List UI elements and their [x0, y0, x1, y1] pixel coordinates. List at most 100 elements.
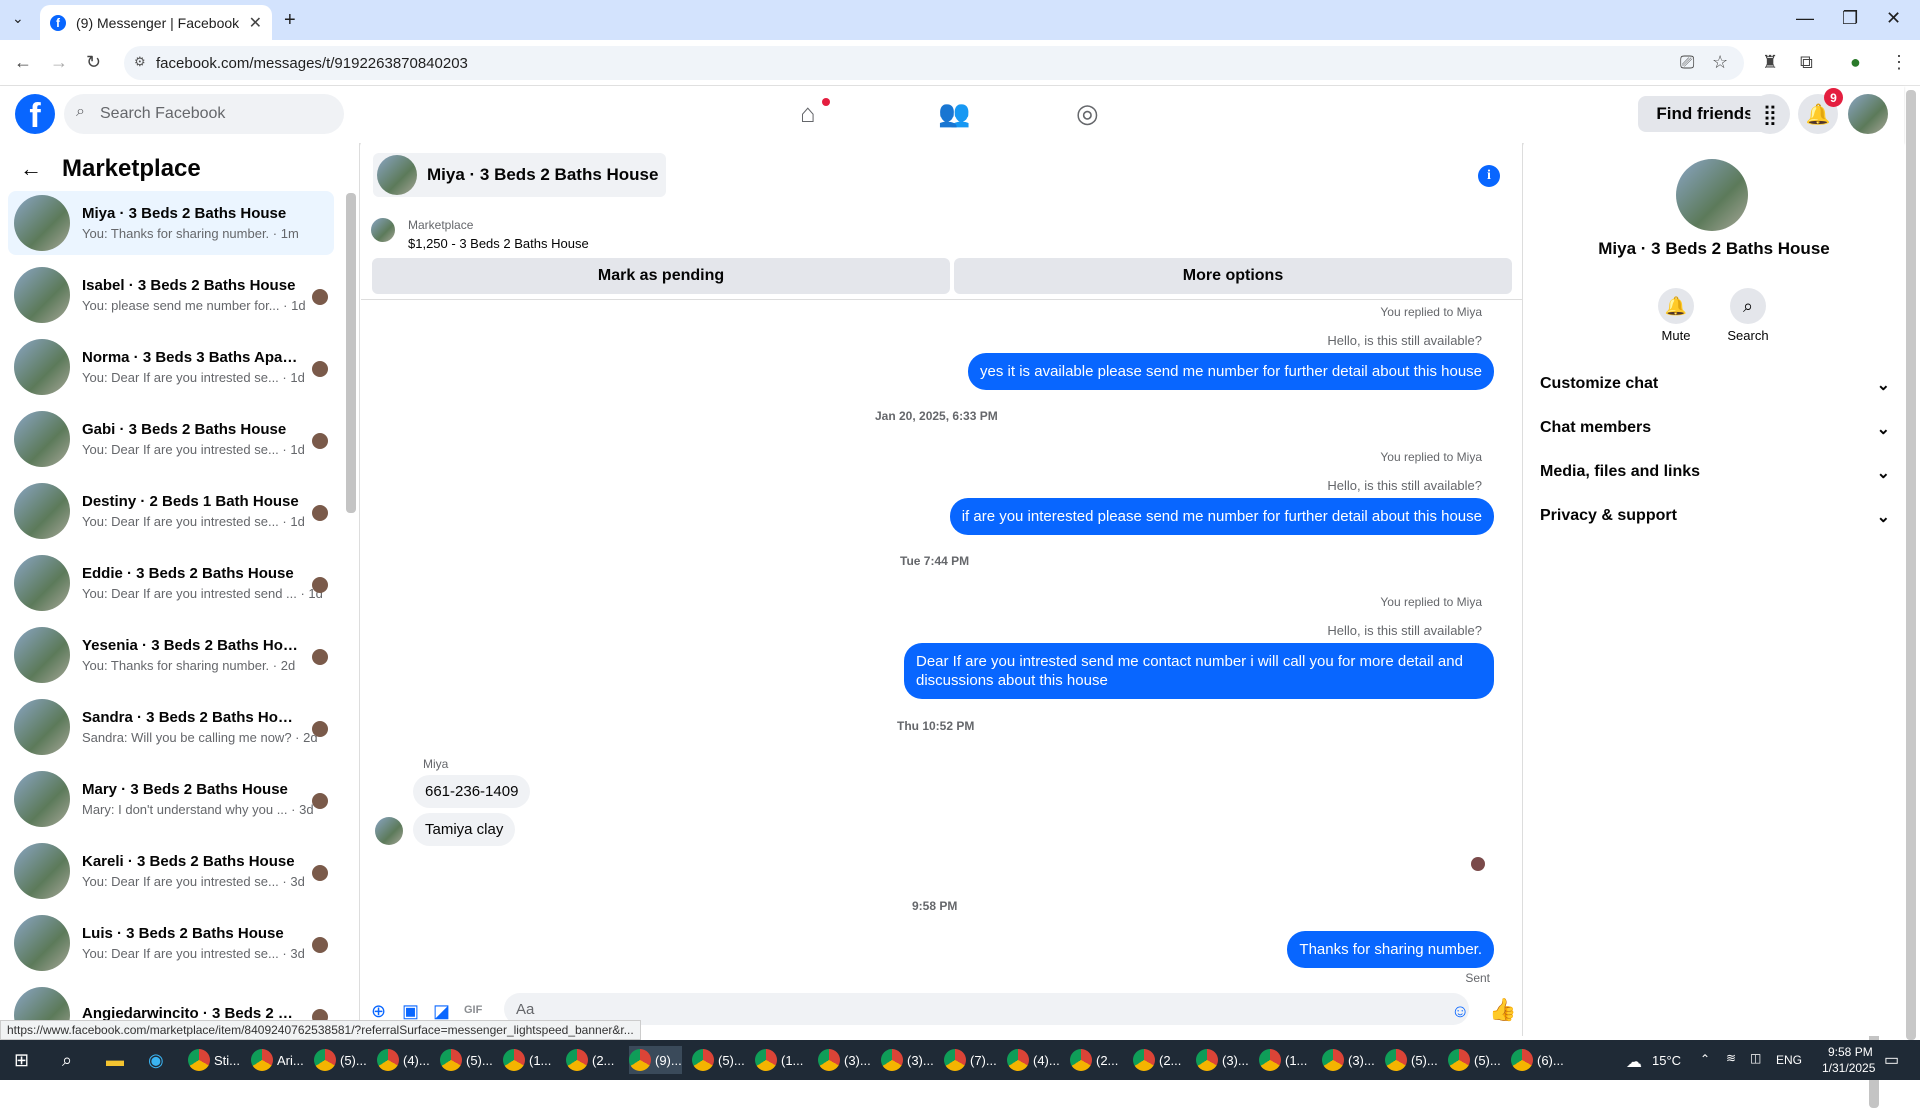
info-section[interactable]: Privacy & support ⌄ [1540, 507, 1890, 527]
taskbar-app-item[interactable]: (5)... [692, 1046, 745, 1074]
emoji-icon[interactable]: ☺ [1451, 1001, 1469, 1022]
facebook-logo-icon[interactable]: f [15, 94, 55, 134]
outgoing-message[interactable]: Dear If are you intrested send me contac… [904, 643, 1494, 699]
miya-avatar[interactable] [375, 817, 403, 845]
incoming-message[interactable]: 661-236-1409 [413, 775, 531, 808]
taskbar-app-item[interactable]: Ari... [251, 1046, 304, 1074]
outgoing-message[interactable]: yes it is available please send me numbe… [968, 353, 1494, 390]
wifi-icon[interactable]: ≋ [1726, 1051, 1736, 1065]
taskbar-app-item[interactable]: (2... [1133, 1046, 1181, 1074]
info-section[interactable]: Customize chat ⌄ [1540, 375, 1890, 395]
menu-dots-icon[interactable]: ⋮ [1890, 52, 1908, 73]
tray-chevron-icon[interactable]: ⌃ [1700, 1052, 1710, 1066]
conversation-item[interactable]: Norma · 3 Beds 3 Baths Apart... You: Dear… [8, 335, 334, 399]
volume-icon[interactable]: ◫ [1750, 1051, 1761, 1065]
reload-icon[interactable]: ↻ [86, 52, 101, 73]
account-avatar[interactable] [1848, 94, 1888, 134]
profile-avatar[interactable] [1676, 159, 1748, 231]
friends-icon[interactable]: 👥 [938, 98, 970, 129]
home-icon[interactable]: ⌂ [800, 98, 816, 129]
start-windows-icon[interactable]: ⊞ [14, 1046, 29, 1074]
conversation-item[interactable]: Miya · 3 Beds 2 Baths House You: Thanks f… [8, 191, 334, 255]
like-thumb-icon[interactable]: 👍 [1489, 997, 1516, 1023]
notification-center-icon[interactable]: ▭ [1884, 1050, 1899, 1070]
profile-icon[interactable]: ● [1850, 52, 1861, 73]
conversation-item[interactable]: Sandra · 3 Beds 2 Baths House Sandra: Wil… [8, 695, 334, 759]
browser-tab[interactable]: f (9) Messenger | Facebook ✕ [40, 5, 272, 40]
info-section[interactable]: Media, files and links ⌄ [1540, 463, 1890, 483]
conversation-item[interactable]: Kareli · 3 Beds 2 Baths House You: Dear I… [8, 839, 334, 903]
taskbar-app-item[interactable]: (5)... [1385, 1046, 1438, 1074]
more-options-button[interactable]: More options [954, 258, 1512, 294]
search-facebook-input[interactable]: ⌕ Search Facebook [64, 94, 344, 134]
restore-icon[interactable]: ❐ [1842, 8, 1858, 29]
taskbar-app-item[interactable]: (3)... [1322, 1046, 1375, 1074]
back-icon[interactable]: ← [14, 52, 32, 73]
quoted-message[interactable]: Hello, is this still available? [1327, 623, 1482, 638]
taskbar-app-item[interactable]: (1... [1259, 1046, 1307, 1074]
info-icon[interactable]: i [1478, 165, 1500, 187]
file-explorer-icon[interactable]: ▬ [106, 1046, 124, 1074]
taskbar-app-item[interactable]: Sti... [188, 1046, 240, 1074]
conversation-item[interactable]: Destiny · 2 Beds 1 Bath House You: Dear I… [8, 479, 334, 543]
conversation-item[interactable]: Isabel · 3 Beds 2 Baths House You: please… [8, 263, 334, 327]
conversation-item[interactable]: Luis · 3 Beds 2 Baths House You: Dear If … [8, 911, 334, 975]
conversation-item[interactable]: Yesenia · 3 Beds 2 Baths House You: Thank… [8, 623, 334, 687]
address-bar[interactable]: ⚙ facebook.com/messages/t/91922638708402… [124, 46, 1744, 80]
mark-as-pending-button[interactable]: Mark as pending [372, 258, 950, 294]
taskbar-app-item[interactable]: (1... [503, 1046, 551, 1074]
extension-icon[interactable]: ♜ [1762, 52, 1778, 73]
clock-date[interactable]: 1/31/2025 [1822, 1061, 1875, 1075]
back-arrow-icon[interactable]: ← [20, 156, 42, 182]
message-input[interactable]: Aa [504, 993, 1469, 1025]
listing-thumbnail[interactable] [371, 218, 395, 242]
taskbar-app-item[interactable]: (2... [566, 1046, 614, 1074]
quoted-message[interactable]: Hello, is this still available? [1327, 333, 1482, 348]
taskbar-app-item[interactable]: (3)... [818, 1046, 871, 1074]
photo-icon[interactable]: ▣ [402, 1001, 419, 1022]
close-window-icon[interactable]: ✕ [1886, 8, 1901, 29]
taskbar-app-item[interactable]: (3)... [881, 1046, 934, 1074]
minimize-icon[interactable]: — [1796, 8, 1814, 29]
listing-title[interactable]: $1,250 - 3 Beds 2 Baths House [408, 236, 589, 251]
sticker-icon[interactable]: ◪ [433, 1001, 450, 1022]
taskbar-search-icon[interactable]: ⌕ [62, 1046, 72, 1074]
plus-icon[interactable]: ⊕ [371, 1001, 386, 1022]
menu-grid-icon[interactable]: ⣿ [1750, 94, 1790, 134]
edge-icon[interactable]: ◉ [148, 1046, 164, 1074]
page-scrollbar[interactable] [1906, 90, 1916, 1040]
taskbar-app-item[interactable]: (4)... [377, 1046, 430, 1074]
search-conversation-icon[interactable]: ⌕ [1730, 288, 1766, 324]
tab-search-icon[interactable]: ⌄ [12, 10, 24, 27]
groups-icon[interactable]: ◎ [1076, 98, 1099, 129]
conversation-item[interactable]: Gabi · 3 Beds 2 Baths House You: Dear If … [8, 407, 334, 471]
taskbar-app-item[interactable]: (5)... [1448, 1046, 1501, 1074]
mute-bell-icon[interactable]: 🔔 [1658, 288, 1694, 324]
taskbar-app-item[interactable]: (5)... [314, 1046, 367, 1074]
left-scrollbar[interactable] [346, 193, 356, 513]
forward-icon[interactable]: → [50, 52, 68, 73]
info-section[interactable]: Chat members ⌄ [1540, 419, 1890, 439]
taskbar-app-item[interactable]: (7)... [944, 1046, 997, 1074]
taskbar-app-item[interactable]: (3)... [1196, 1046, 1249, 1074]
conversation-item[interactable]: Mary · 3 Beds 2 Baths House Mary: I don't… [8, 767, 334, 831]
taskbar-app-item[interactable]: (1... [755, 1046, 803, 1074]
incoming-message[interactable]: Tamiya clay [413, 813, 516, 846]
close-tab-icon[interactable]: ✕ [249, 13, 262, 33]
taskbar-app-item[interactable]: (9)... [629, 1046, 682, 1074]
taskbar-app-item[interactable]: (4)... [1007, 1046, 1060, 1074]
taskbar-app-item[interactable]: (6)... [1511, 1046, 1564, 1074]
temperature[interactable]: 15°C [1652, 1053, 1681, 1068]
outgoing-message[interactable]: Thanks for sharing number. [1287, 931, 1494, 968]
gif-icon[interactable]: GIF [464, 1004, 482, 1016]
clock-time[interactable]: 9:58 PM [1828, 1045, 1873, 1059]
new-tab-icon[interactable]: + [284, 9, 296, 32]
language[interactable]: ENG [1776, 1053, 1802, 1067]
site-info-icon[interactable]: ⚙ [134, 54, 146, 70]
taskbar-app-item[interactable]: (2... [1070, 1046, 1118, 1074]
chat-header[interactable]: Miya · 3 Beds 2 Baths House [373, 153, 667, 197]
conversation-item[interactable]: Eddie · 3 Beds 2 Baths House You: Dear If… [8, 551, 334, 615]
taskbar-app-item[interactable]: (5)... [440, 1046, 493, 1074]
install-app-icon[interactable]: ⎚ [1680, 52, 1694, 73]
weather-icon[interactable]: ☁ [1626, 1052, 1642, 1072]
